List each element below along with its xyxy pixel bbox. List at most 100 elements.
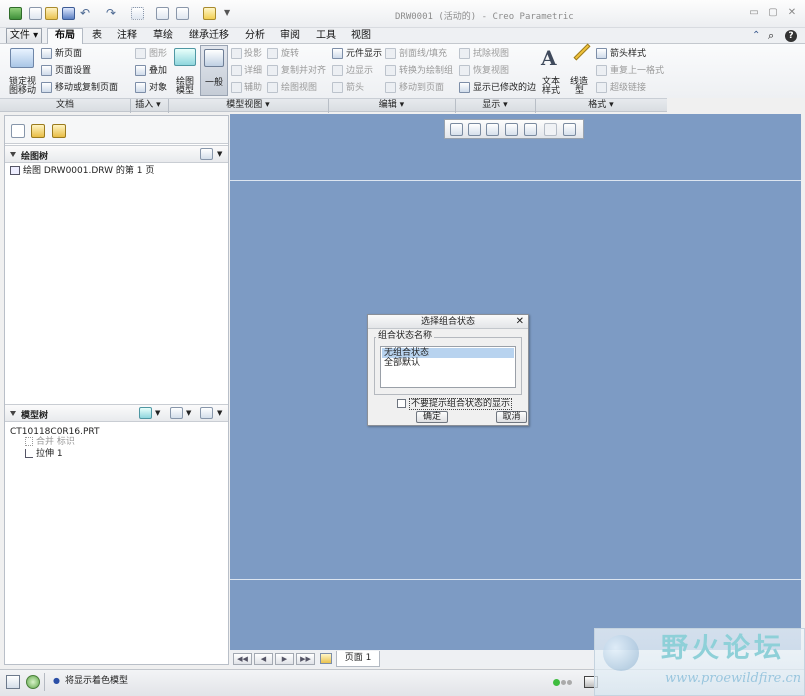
tree-tab-icon[interactable] [11,124,25,138]
restore-view-button[interactable]: 恢复视图 [473,66,509,76]
regenerate-icon[interactable] [131,7,144,20]
detailed-icon[interactable] [231,65,242,76]
windows-switch-icon[interactable] [176,7,189,20]
dialog-close-button[interactable]: ✕ [516,316,524,328]
tab-view[interactable]: 视图 [346,29,376,44]
edge-display-icon[interactable] [332,65,343,76]
group-model-views[interactable]: 模型视图 ▾ [168,100,328,111]
repeat-format-icon[interactable] [596,65,607,76]
tab-file[interactable]: 文件 ▾ [6,28,42,43]
element-display-icon[interactable] [332,48,343,59]
group-edit[interactable]: 编辑 ▾ [328,100,455,111]
last-page-button[interactable]: ▶▶ [296,653,315,665]
group-insert[interactable]: 插入 ▾ [130,100,166,111]
minimize-button[interactable]: ▭ [748,7,760,19]
erase-view-button[interactable]: 拭除视图 [473,49,509,59]
model-display-icon[interactable] [139,407,152,419]
new-page-icon[interactable] [41,48,52,59]
detailed-button[interactable]: 详细 [244,66,262,76]
dont-prompt-checkbox[interactable] [397,399,406,408]
drawing-view-button[interactable]: 绘图视图 [281,83,317,93]
hyperlink-button[interactable]: 超级链接 [610,83,646,93]
object-button[interactable]: 对象 [149,83,167,93]
tab-tools[interactable]: 工具 [311,29,341,44]
convert-drawing-group-button[interactable]: 转换为绘制组 [399,66,453,76]
repeat-format-button[interactable]: 重复上一格式 [610,66,664,76]
display-style-icon[interactable] [524,123,537,136]
maximize-button[interactable]: ▢ [767,7,779,19]
copy-align-button[interactable]: 复制并对齐 [281,66,326,76]
model-display-menu-icon[interactable]: ▼ [155,409,160,417]
ribbon-collapse-icon[interactable]: ⌃ [752,30,760,41]
drawing-view-icon[interactable] [267,82,278,93]
show-modified-edges-icon[interactable] [459,82,470,93]
move-copy-page-icon[interactable] [41,82,52,93]
auxiliary-button[interactable]: 辅助 [244,83,262,93]
rotate-icon[interactable] [267,48,278,59]
move-to-page-button[interactable]: 移动到页面 [399,83,444,93]
page-setup-button[interactable]: 页面设置 [55,66,91,76]
page-setup-icon[interactable] [41,65,52,76]
arrow-icon[interactable] [332,82,343,93]
tree-settings-icon[interactable] [200,407,213,419]
convert-drawing-group-icon[interactable] [385,65,396,76]
open-folder-icon[interactable] [45,7,58,20]
tree-item-extrude[interactable]: 拉伸 1 [36,449,63,459]
new-file-icon[interactable] [29,7,42,20]
line-style-icon[interactable] [573,43,591,61]
collapse-icon[interactable] [10,411,16,416]
projection-icon[interactable] [231,48,242,59]
help-icon[interactable]: ? [785,30,797,42]
overlay-button[interactable]: 叠加 [149,66,167,76]
section-fill-button[interactable]: 剖面线/填充 [399,49,447,59]
move-copy-page-button[interactable]: 移动或复制页面 [55,83,118,93]
drawing-model-icon[interactable] [174,48,196,66]
projection-button[interactable]: 投影 [244,49,262,59]
zoom-out-icon[interactable] [486,123,499,136]
repaint-icon[interactable] [505,123,518,136]
tab-sketch[interactable]: 草绘 [148,29,178,44]
tools-menu-icon[interactable]: ▼ [186,409,191,417]
new-page-button[interactable]: 新页面 [55,49,82,59]
new-page-icon[interactable] [320,653,332,664]
tools-icon[interactable] [170,407,183,419]
tree-settings-menu-icon[interactable]: ▼ [217,150,222,158]
window-icon[interactable] [156,7,169,20]
graphics-button[interactable]: 图形 [149,49,167,59]
zoom-in-icon[interactable] [468,123,481,136]
arrow-style-button[interactable]: 箭头样式 [610,49,646,59]
lock-view-move-icon[interactable] [10,48,34,68]
auxiliary-icon[interactable] [231,82,242,93]
ok-button[interactable]: 确定 [416,411,448,423]
search-icon[interactable]: ⌕ [768,29,774,43]
folder-icon[interactable] [203,7,216,20]
graphics-icon[interactable] [135,48,146,59]
save-icon[interactable] [62,7,75,20]
collapse-icon[interactable] [10,152,16,157]
arrow-button[interactable]: 箭头 [346,83,364,93]
datum-display-icon[interactable] [563,123,576,136]
prev-page-button[interactable]: ◀ [254,653,273,665]
dont-prompt-checkbox-label[interactable]: 不要提示组合状态的显示 [409,398,513,410]
section-fill-icon[interactable] [385,48,396,59]
overlay-icon[interactable] [135,65,146,76]
tree-item-part[interactable]: CT10118C0R16.PRT [10,427,100,437]
close-window-button[interactable]: ✕ [786,7,798,19]
general-view-button[interactable]: 一般 [200,45,228,96]
page-tab[interactable]: 页面 1 [336,651,380,667]
group-format[interactable]: 格式 ▾ [535,100,667,111]
browser-toggle-icon[interactable] [26,675,40,689]
redo-icon[interactable]: ↷ [106,6,116,20]
tab-layout[interactable]: 布局 [47,28,83,45]
text-style-icon[interactable]: A [541,47,557,69]
undo-icon[interactable]: ↶ [80,6,90,20]
restore-view-icon[interactable] [459,65,470,76]
combined-state-list[interactable]: 无组合状态 全部默认 [380,346,516,388]
favorites-tab-icon[interactable] [52,124,66,138]
next-page-button[interactable]: ▶ [275,653,294,665]
tree-settings-icon[interactable] [200,148,213,160]
annotation-display-icon[interactable] [544,123,557,136]
tab-annotate[interactable]: 注释 [112,29,142,44]
folder-browser-tab-icon[interactable] [31,124,45,138]
list-item[interactable]: 全部默认 [382,358,514,368]
